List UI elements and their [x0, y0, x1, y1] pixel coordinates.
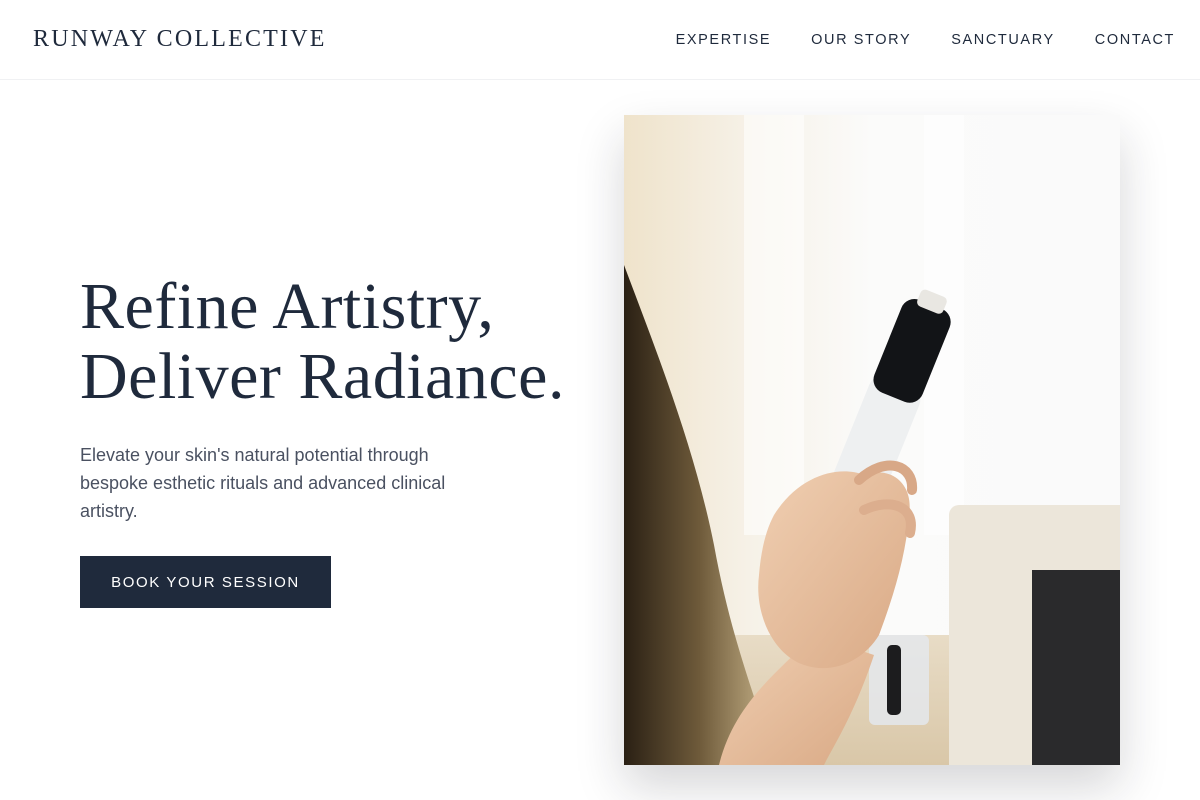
nav-link-sanctuary[interactable]: SANCTUARY [951, 31, 1055, 49]
nav-link-expertise[interactable]: EXPERTISE [676, 31, 772, 49]
nav-link-contact[interactable]: CONTACT [1095, 31, 1175, 49]
brand-logo[interactable]: RUNWAY COLLECTIVE [33, 26, 327, 53]
hero-subtitle: Elevate your skin's natural potential th… [80, 445, 446, 521]
hero-title-line-1: Refine Artistry, [80, 270, 495, 343]
book-session-button[interactable]: BOOK YOUR SESSION [80, 556, 331, 608]
hero-title-line-2: Deliver Radiance. [80, 340, 565, 413]
main-nav: EXPERTISE OUR STORY SANCTUARY CONTACT [676, 31, 1175, 49]
treatment-device-photo [624, 115, 1120, 765]
site-header: RUNWAY COLLECTIVE EXPERTISE OUR STORY SA… [0, 0, 1200, 80]
nav-link-our-story[interactable]: OUR STORY [811, 31, 911, 49]
hero-title: Refine Artistry, Deliver Radiance. [80, 272, 600, 412]
hero-photo [624, 115, 1120, 765]
